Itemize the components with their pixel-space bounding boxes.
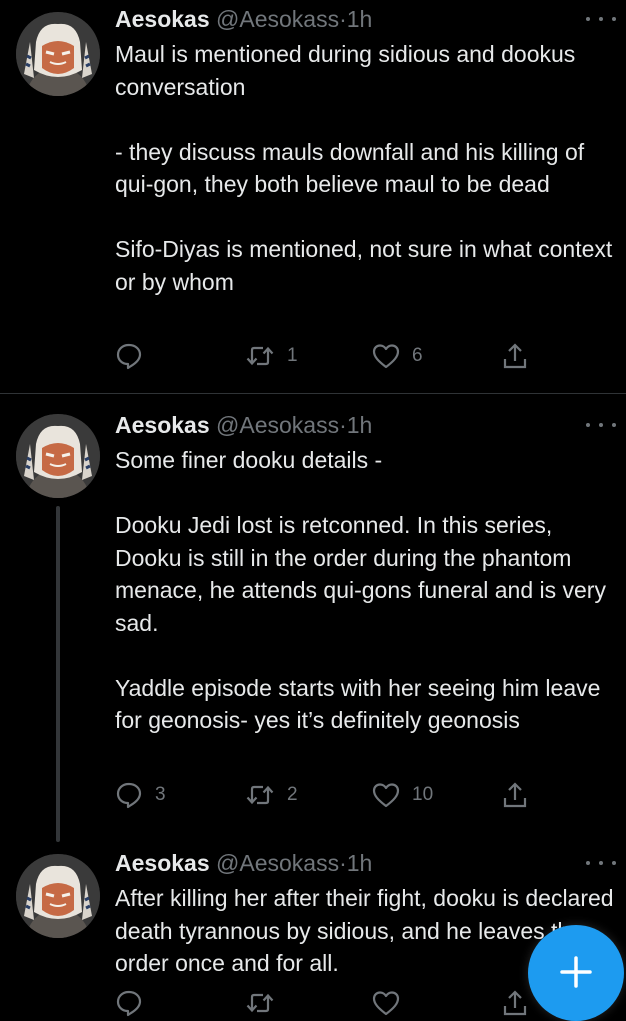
reply-button[interactable] <box>115 341 155 371</box>
tweet-header: Aesokas @Aesokass·1h <box>115 411 372 439</box>
tweet-actions <box>115 988 535 1018</box>
heart-icon <box>372 783 400 808</box>
compose-plus-icon <box>560 956 592 988</box>
more-icon[interactable] <box>586 856 616 870</box>
compose-button[interactable] <box>528 925 624 1021</box>
thread-line <box>56 506 60 842</box>
tweet-header: Aesokas @Aesokass·1h <box>115 849 372 877</box>
avatar[interactable] <box>16 12 100 96</box>
retweet-count: 1 <box>287 345 298 366</box>
retweet-icon <box>246 785 274 805</box>
avatar[interactable] <box>16 854 100 938</box>
like-count: 6 <box>412 345 423 366</box>
avatar-image <box>16 12 100 96</box>
avatar-image <box>16 414 100 498</box>
like-button[interactable]: 6 <box>372 341 423 371</box>
tweet-actions: 3 2 10 <box>115 780 535 810</box>
tweet-actions: 1 6 <box>115 341 535 371</box>
share-button[interactable] <box>501 341 529 371</box>
reply-icon <box>116 782 142 809</box>
reply-icon <box>116 990 142 1017</box>
share-icon <box>503 990 527 1016</box>
reply-button[interactable]: 3 <box>115 780 166 810</box>
separator-dot: · <box>339 850 347 876</box>
share-icon <box>503 343 527 369</box>
separator-dot: · <box>339 6 347 32</box>
like-count: 10 <box>412 784 434 805</box>
more-icon[interactable] <box>586 12 616 26</box>
retweet-icon <box>246 993 274 1013</box>
retweet-button[interactable]: 2 <box>245 780 298 810</box>
author-name[interactable]: Aesokas <box>115 850 210 876</box>
heart-icon <box>372 991 400 1016</box>
timestamp[interactable]: 1h <box>347 6 373 32</box>
heart-icon <box>372 344 400 369</box>
tweet-header: Aesokas @Aesokass·1h <box>115 5 372 33</box>
share-icon <box>503 782 527 808</box>
tweet-text: Maul is mentioned during sidious and doo… <box>115 41 613 295</box>
separator-dot: · <box>339 412 347 438</box>
retweet-icon <box>246 346 274 366</box>
author-handle[interactable]: @Aesokass <box>216 850 339 876</box>
like-button[interactable] <box>372 988 400 1018</box>
author-handle[interactable]: @Aesokass <box>216 6 339 32</box>
like-button[interactable]: 10 <box>372 780 433 810</box>
avatar-image <box>16 854 100 938</box>
author-name[interactable]: Aesokas <box>115 412 210 438</box>
retweet-button[interactable]: 1 <box>245 341 298 371</box>
timestamp[interactable]: 1h <box>347 412 373 438</box>
author-handle[interactable]: @Aesokass <box>216 412 339 438</box>
share-button[interactable] <box>501 988 529 1018</box>
tweet-text: Some finer dooku details - Dooku Jedi lo… <box>115 447 606 733</box>
timestamp[interactable]: 1h <box>347 850 373 876</box>
retweet-button[interactable] <box>245 988 275 1018</box>
reply-icon <box>116 343 142 370</box>
author-name[interactable]: Aesokas <box>115 6 210 32</box>
more-icon[interactable] <box>586 418 616 432</box>
retweet-count: 2 <box>287 784 298 805</box>
tweet-1[interactable]: Aesokas @Aesokass·1h Maul is mentioned d… <box>0 0 626 393</box>
share-button[interactable] <box>501 780 529 810</box>
tweet-2[interactable]: Aesokas @Aesokass·1h Some finer dooku de… <box>0 394 626 842</box>
avatar[interactable] <box>16 414 100 498</box>
reply-button[interactable] <box>115 988 143 1018</box>
reply-count: 3 <box>155 784 166 805</box>
